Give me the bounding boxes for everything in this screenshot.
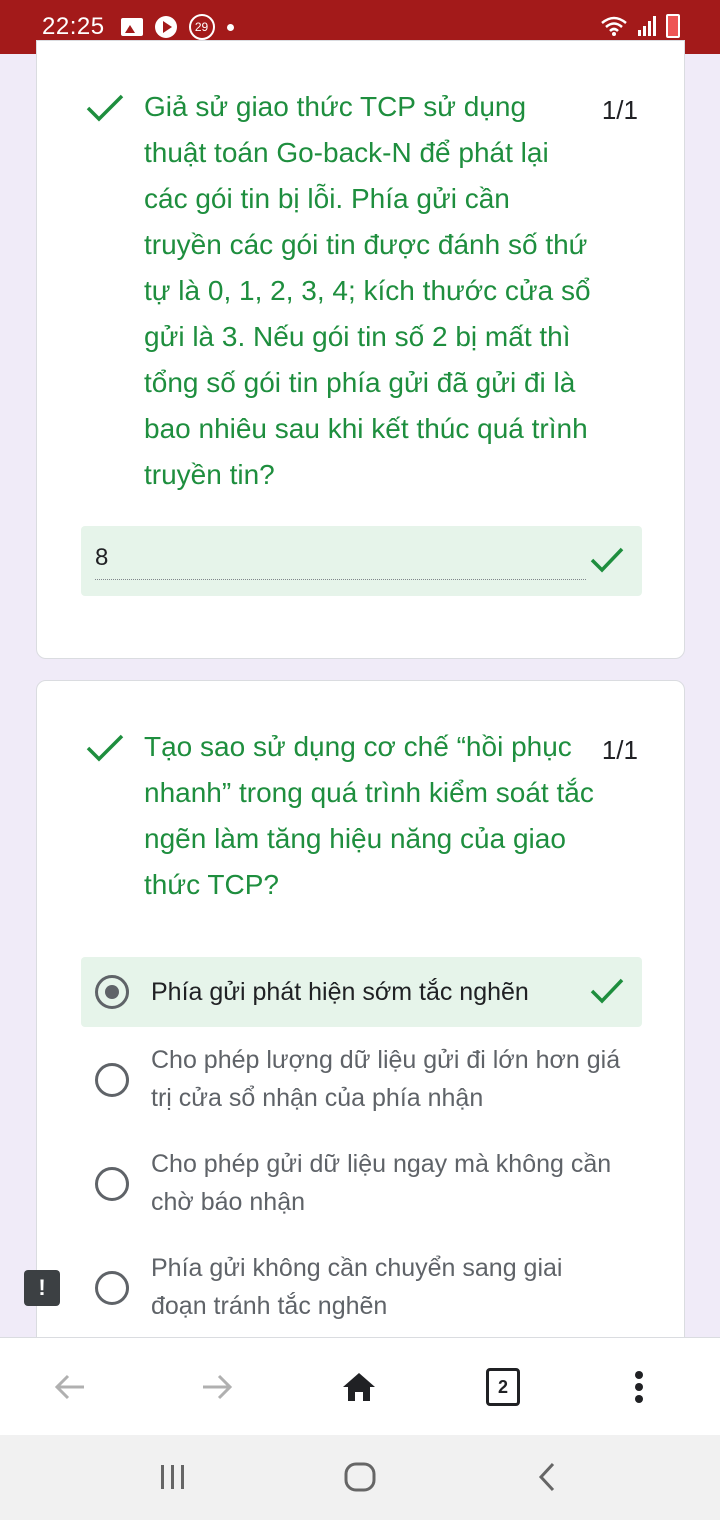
gallery-icon — [120, 18, 143, 36]
status-notifications: 29 — [120, 14, 234, 40]
short-answer-field[interactable]: 8 — [81, 526, 642, 596]
back-chevron-icon — [538, 1462, 555, 1492]
option-label: Cho phép lượng dữ liệu gửi đi lớn hơn gi… — [151, 1046, 621, 1112]
signal-icon — [638, 16, 656, 36]
more-notifications-dot-icon — [226, 23, 234, 31]
option-label: Cho phép gửi dữ liệu ngay mà không cần c… — [151, 1150, 612, 1216]
home-button[interactable] — [334, 1362, 384, 1412]
home-nav-button[interactable] — [330, 1455, 390, 1499]
option-4[interactable]: Phía gửi không cần chuyển sang giai đoạn… — [81, 1249, 642, 1329]
status-time: 22:25 — [42, 13, 105, 40]
correct-check-icon — [590, 978, 624, 1004]
recent-apps-icon — [161, 1465, 184, 1489]
status-system-icons — [600, 14, 680, 38]
tab-count: 2 — [486, 1368, 520, 1406]
more-vert-icon — [635, 1371, 643, 1403]
question-text-1: Giả sử giao thức TCP sử dụng thuật toán … — [144, 91, 591, 490]
answer-underline — [95, 579, 586, 580]
more-options-button[interactable] — [614, 1362, 664, 1412]
radio-selected-icon[interactable] — [95, 975, 129, 1009]
option-2[interactable]: Cho phép lượng dữ liệu gửi đi lớn hơn gi… — [81, 1041, 642, 1121]
home-icon — [343, 1373, 375, 1401]
back-button[interactable] — [45, 1362, 95, 1412]
option-3[interactable]: Cho phép gửi dữ liệu ngay mà không cần c… — [81, 1145, 642, 1225]
wifi-icon — [601, 16, 627, 36]
correct-check-icon — [590, 547, 624, 573]
correct-check-icon — [86, 94, 124, 122]
android-nav-bar — [0, 1435, 720, 1520]
radio-icon[interactable] — [95, 1167, 129, 1201]
notification-count-badge: 29 — [188, 14, 215, 40]
answer-value: 8 — [95, 544, 109, 571]
radio-icon[interactable] — [95, 1063, 129, 1097]
home-circle-icon — [344, 1462, 376, 1492]
report-issue-button[interactable]: ! — [24, 1270, 60, 1306]
question-card-2: Tạo sao sử dụng cơ chế “hồi phục nhanh” … — [36, 680, 685, 1380]
battery-icon — [666, 14, 680, 38]
forward-button[interactable] — [192, 1362, 242, 1412]
arrow-left-icon — [54, 1374, 84, 1400]
tabs-button[interactable]: 2 — [478, 1362, 528, 1412]
question-score-2: 1/1 — [601, 735, 638, 765]
question-card-1: Giả sử giao thức TCP sử dụng thuật toán … — [36, 40, 685, 659]
option-label: Phía gửi không cần chuyển sang giai đoạn… — [151, 1254, 563, 1320]
back-nav-button[interactable] — [517, 1455, 577, 1499]
question-text-2: Tạo sao sử dụng cơ chế “hồi phục nhanh” … — [144, 731, 594, 900]
recent-apps-button[interactable] — [143, 1455, 203, 1499]
correct-check-icon — [86, 734, 124, 762]
radio-icon[interactable] — [95, 1271, 129, 1305]
play-icon — [154, 16, 177, 38]
browser-toolbar: 2 — [0, 1337, 720, 1435]
question-score-1: 1/1 — [601, 95, 638, 125]
arrow-right-icon — [203, 1374, 233, 1400]
option-label: Phía gửi phát hiện sớm tắc nghẽn — [151, 978, 529, 1006]
option-1[interactable]: Phía gửi phát hiện sớm tắc nghẽn — [81, 957, 642, 1027]
